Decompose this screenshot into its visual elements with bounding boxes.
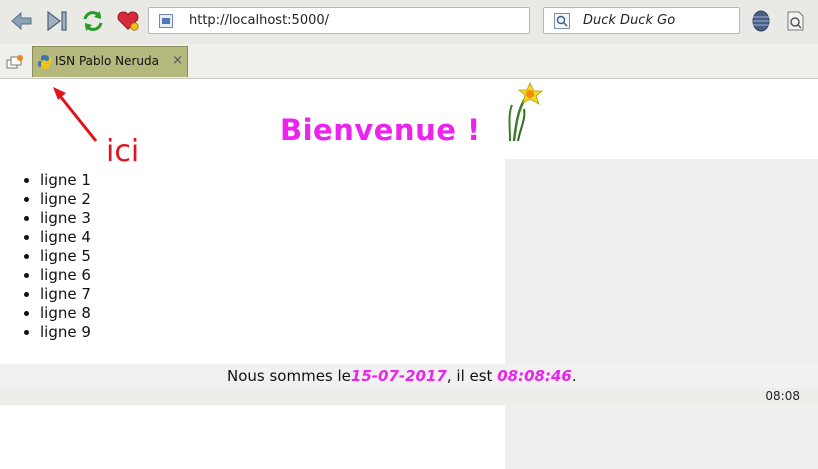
forward-end-icon — [47, 10, 67, 32]
python-logo-icon — [38, 55, 52, 69]
list-item: ligne 4 — [40, 228, 91, 247]
page-footer: Nous sommes le15-07-2017, il est 08:08:4… — [0, 364, 818, 388]
globe-button[interactable] — [749, 8, 773, 34]
lines-list: ligne 1 ligne 2 ligne 3 ligne 4 ligne 5 … — [22, 171, 91, 342]
reload-icon — [83, 11, 103, 31]
tab-label: ISN Pablo Neruda — [55, 54, 159, 68]
tab-bar: ISN Pablo Neruda × — [0, 44, 818, 79]
search-engine-name: Duck Duck Go — [583, 13, 676, 28]
footer-prefix: Nous sommes le — [227, 367, 351, 385]
back-button[interactable] — [10, 8, 34, 34]
close-icon[interactable]: × — [172, 53, 183, 68]
daffodil-icon — [508, 82, 544, 142]
bookmark-heart-icon — [117, 11, 139, 31]
list-item: ligne 2 — [40, 190, 91, 209]
annotation-arrow-icon — [53, 87, 98, 142]
browser-toolbar: http://localhost:5000/ Duck Duck Go — [0, 0, 818, 45]
tools-button[interactable] — [783, 8, 807, 34]
list-item: ligne 8 — [40, 304, 91, 323]
list-item: ligne 7 — [40, 285, 91, 304]
page-title: Bienvenue ! — [280, 113, 481, 147]
search-icon — [554, 13, 570, 29]
footer-time: 08:08:46 — [497, 367, 572, 385]
annotation-label: ici — [106, 134, 140, 169]
list-item: ligne 6 — [40, 266, 91, 285]
bookmark-button[interactable] — [116, 8, 140, 34]
list-item: ligne 5 — [40, 247, 91, 266]
footer-line: Nous sommes le15-07-2017, il est 08:08:4… — [227, 367, 577, 385]
footer-middle: , il est — [446, 367, 498, 385]
background-window-ghost — [505, 159, 818, 469]
globe-icon — [752, 10, 770, 32]
new-tab-button[interactable] — [6, 54, 24, 74]
url-bar[interactable]: http://localhost:5000/ — [148, 7, 530, 34]
search-input[interactable]: Duck Duck Go — [543, 7, 740, 34]
tools-icon — [787, 11, 804, 31]
new-tab-icon — [6, 55, 23, 69]
reload-button[interactable] — [81, 8, 105, 34]
list-item: ligne 3 — [40, 209, 91, 228]
tab-isn-pablo-neruda[interactable]: ISN Pablo Neruda × — [32, 46, 188, 77]
list-item: ligne 1 — [40, 171, 91, 190]
status-bar: 08:08 — [0, 388, 818, 405]
footer-date: 15-07-2017 — [350, 367, 447, 385]
page-favicon — [159, 14, 173, 28]
status-clock: 08:08 — [765, 389, 800, 403]
list-item: ligne 9 — [40, 323, 91, 342]
back-icon — [11, 11, 32, 31]
footer-suffix: . — [571, 367, 577, 385]
forward-end-button[interactable] — [45, 8, 69, 34]
page-content: ici Bienvenue ! ligne 1 ligne 2 ligne 3 … — [0, 79, 818, 469]
url-text: http://localhost:5000/ — [189, 13, 330, 28]
